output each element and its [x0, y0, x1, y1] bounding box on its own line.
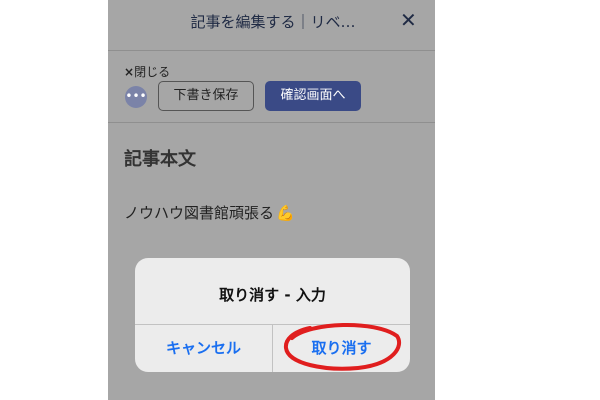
confirm-screen-button[interactable]: 確認画面へ — [265, 81, 361, 111]
more-icon: ••• — [125, 89, 147, 103]
article-body-text: ノウハウ図書館頑張る — [124, 204, 275, 222]
close-link[interactable]: ×閉じる — [124, 63, 170, 80]
toolbar-divider — [108, 122, 435, 123]
header-divider — [108, 50, 435, 51]
close-link-label: 閉じる — [134, 65, 171, 79]
article-body[interactable]: ノウハウ図書館頑張る 💪 — [124, 202, 295, 223]
flexed-biceps-icon: 💪 — [276, 204, 295, 222]
cancel-button[interactable]: キャンセル — [135, 325, 272, 372]
page-title: 記事を編集する｜リベ… — [190, 13, 356, 31]
alert-title: 取り消す - 入力 — [219, 286, 326, 304]
red-highlight-annotation — [283, 322, 402, 371]
close-icon[interactable]: ✕ — [400, 8, 417, 32]
section-title: 記事本文 — [124, 149, 196, 170]
more-options-button[interactable]: ••• — [125, 86, 147, 108]
save-draft-button[interactable]: 下書き保存 — [158, 81, 254, 111]
close-small-icon: × — [124, 65, 135, 79]
